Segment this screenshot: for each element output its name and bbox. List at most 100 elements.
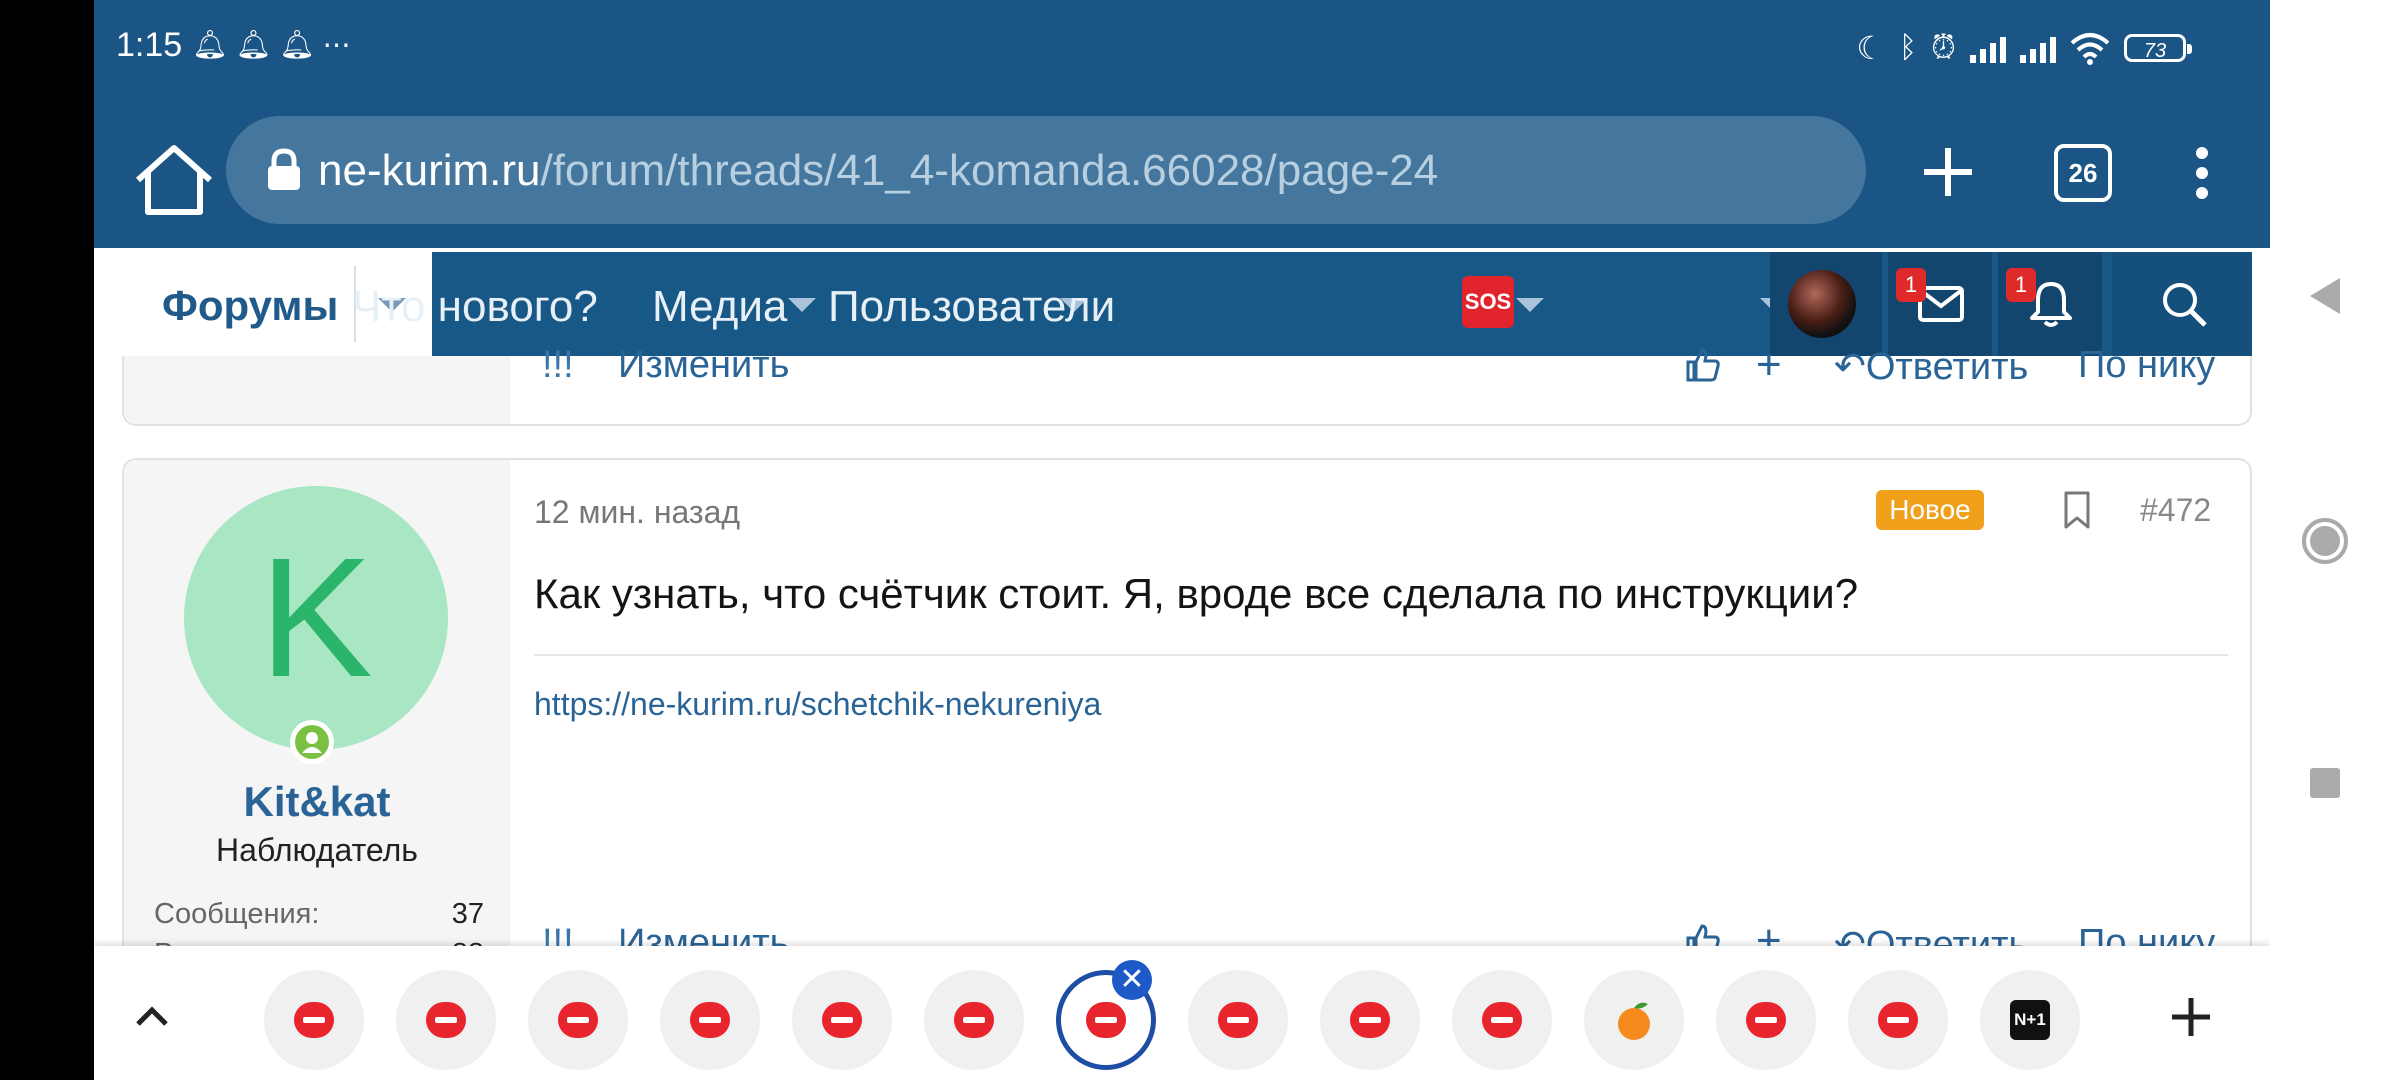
tab-tangerine[interactable] (1584, 970, 1684, 1070)
tab-switcher-button[interactable]: 26 (2054, 144, 2112, 202)
post-divider (534, 654, 2228, 656)
no-entry-icon (690, 1002, 730, 1038)
alerts-badge: 1 (2006, 268, 2036, 302)
nav-members[interactable]: Пользователи (828, 282, 1115, 332)
url-bar[interactable]: ne-kurim.ru/forum/threads/41_4-komanda.6… (226, 116, 1866, 224)
nav-forums-label: Форумы (162, 282, 339, 329)
home-circle-icon[interactable] (2300, 516, 2350, 566)
tab-no-entry[interactable] (396, 970, 496, 1070)
url-text: ne-kurim.ru/forum/threads/41_4-komanda.6… (318, 146, 1438, 196)
tab-no-entry[interactable] (1320, 970, 1420, 1070)
url-path: /forum/threads/41_4-komanda.66028/page-2… (540, 146, 1439, 195)
tab-n1[interactable]: N+1 (1980, 970, 2080, 1070)
status-time: 1:15 (116, 26, 183, 64)
tab-no-entry[interactable] (1716, 970, 1816, 1070)
no-entry-icon (1218, 1002, 1258, 1038)
browser-tab-strip: ✕ N+1 (94, 946, 2270, 1080)
tangerine-icon (1618, 1002, 1650, 1040)
add-tab-plus-icon[interactable] (2168, 994, 2214, 1040)
previous-post-sidebar (124, 356, 510, 424)
battery-indicator: 73 (2124, 34, 2192, 62)
recents-icon[interactable] (2308, 766, 2342, 800)
plus-icon[interactable]: + (1756, 340, 1782, 390)
android-navigation-bar (2270, 0, 2400, 1080)
thumbs-up-icon[interactable] (1684, 346, 1720, 382)
reply-arrow-icon: ↶ (1834, 346, 1866, 388)
thread-content: !!! Изменить + ↶Ответить По нику K Kit&k… (122, 340, 2252, 978)
phone-screen: 1:15 🔔︎🔔︎🔔︎⋯ ☾ ᛒ ⏰︎ 73 ne-kurim.ru/forum… (94, 0, 2270, 1080)
forum-navigation: Форумы Что нового? Медиа Пользователи SO… (122, 252, 2252, 356)
no-entry-icon (1350, 1002, 1390, 1038)
tab-no-entry[interactable] (1848, 970, 1948, 1070)
chevron-down-icon[interactable] (1516, 298, 1544, 312)
post-link[interactable]: https://ne-kurim.ru/schetchik-nekureniya (534, 686, 1101, 723)
username[interactable]: Kit&kat (124, 778, 510, 826)
post-marker[interactable]: !!! (542, 344, 574, 387)
post-user-sidebar: K Kit&kat Наблюдатель Сообщения: 37 Реак… (124, 460, 510, 976)
kebab-menu-icon[interactable] (2194, 146, 2210, 200)
chevron-down-icon[interactable] (788, 298, 816, 312)
url-domain: ne-kurim.ru (318, 146, 541, 195)
no-entry-icon (294, 1002, 334, 1038)
browser-chrome: 1:15 🔔︎🔔︎🔔︎⋯ ☾ ᛒ ⏰︎ 73 ne-kurim.ru/forum… (94, 0, 2270, 248)
search-button[interactable] (2112, 252, 2252, 356)
inbox-button[interactable]: 1 (1888, 252, 1992, 356)
status-right: ☾ ᛒ ⏰︎ 73 (1856, 24, 2192, 72)
tab-no-entry[interactable] (1452, 970, 1552, 1070)
tab-no-entry[interactable] (264, 970, 364, 1070)
reply-label: Ответить (1865, 346, 2029, 388)
alerts-button[interactable]: 1 (1998, 252, 2102, 356)
messages-label: Сообщения: (154, 898, 320, 930)
bluetooth-icon: ᛒ (1899, 31, 1918, 64)
no-entry-icon (822, 1002, 862, 1038)
no-entry-icon (1746, 1002, 1786, 1038)
no-entry-icon (426, 1002, 466, 1038)
new-badge: Новое (1876, 490, 1984, 530)
user-avatar-large[interactable]: K (184, 486, 448, 750)
edit-link[interactable]: Изменить (618, 344, 789, 387)
moon-icon: ☾ (1856, 30, 1886, 66)
no-entry-icon (558, 1002, 598, 1038)
lock-icon (268, 148, 300, 190)
signal-icon (1970, 33, 2006, 63)
tab-no-entry[interactable] (1188, 970, 1288, 1070)
previous-post-footer: !!! Изменить + ↶Ответить По нику (122, 340, 2252, 426)
post-number[interactable]: #472 (2140, 492, 2211, 529)
home-icon[interactable] (130, 140, 218, 220)
bell-icon: 🔔︎ (279, 29, 323, 60)
reply-link[interactable]: ↶Ответить (1834, 344, 2028, 389)
more-dots-icon: ⋯ (322, 29, 359, 60)
no-entry-icon (954, 1002, 994, 1038)
by-nick-link[interactable]: По нику (2078, 344, 2215, 387)
tab-no-entry[interactable] (660, 970, 760, 1070)
post-time[interactable]: 12 мин. назад (534, 494, 740, 531)
notification-icons: 🔔︎🔔︎🔔︎⋯ (192, 28, 359, 61)
alarm-icon: ⏰︎ (1931, 29, 1956, 65)
tab-no-entry[interactable] (924, 970, 1024, 1070)
nav-whats-new[interactable]: Что нового? (352, 282, 598, 332)
user-avatar[interactable] (1788, 270, 1856, 338)
bell-icon: 🔔︎ (235, 29, 280, 60)
bell-icon (2030, 282, 2072, 327)
bell-icon: 🔔︎ (192, 29, 236, 60)
sos-icon[interactable]: SOS (1462, 276, 1514, 328)
no-entry-icon (1482, 1002, 1522, 1038)
bookmark-icon[interactable] (2062, 490, 2092, 530)
no-entry-icon (1086, 1002, 1126, 1038)
online-status-icon (290, 720, 334, 764)
close-tab-icon[interactable]: ✕ (1112, 960, 1152, 1000)
tab-no-entry[interactable] (792, 970, 892, 1070)
user-title: Наблюдатель (216, 832, 418, 868)
chevron-up-icon[interactable] (132, 996, 172, 1036)
wifi-icon (2070, 33, 2110, 65)
no-entry-icon (1878, 1002, 1918, 1038)
back-icon[interactable] (2306, 274, 2344, 318)
search-icon (2163, 283, 2207, 327)
n1-icon: N+1 (2010, 1000, 2050, 1040)
post-472: K Kit&kat Наблюдатель Сообщения: 37 Реак… (122, 458, 2252, 978)
nav-media[interactable]: Медиа (652, 282, 787, 332)
tab-no-entry[interactable] (528, 970, 628, 1070)
messages-count: 37 (451, 898, 484, 930)
post-body-text: Как узнать, что счётчик стоит. Я, вроде … (534, 570, 1859, 617)
new-tab-plus-icon[interactable] (1916, 140, 1980, 204)
